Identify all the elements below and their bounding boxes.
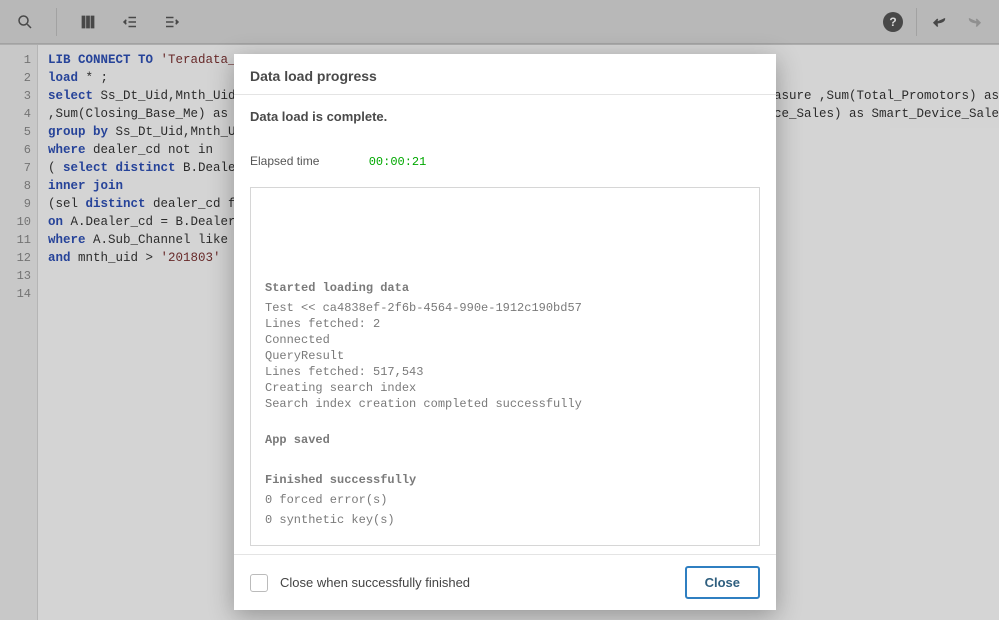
- log-line: 0 synthetic key(s): [265, 513, 745, 527]
- log-output: Started loading data Test << ca4838ef-2f…: [250, 187, 760, 546]
- log-line: Lines fetched: 2: [265, 317, 745, 331]
- log-heading: Finished successfully: [265, 473, 745, 487]
- log-line: Test << ca4838ef-2f6b-4564-990e-1912c190…: [265, 301, 745, 315]
- modal-title: Data load progress: [234, 54, 776, 95]
- log-line: Creating search index: [265, 381, 745, 395]
- load-status: Data load is complete.: [250, 109, 760, 124]
- close-button[interactable]: Close: [685, 566, 760, 599]
- elapsed-label: Elapsed time: [250, 154, 319, 168]
- elapsed-time-row: Elapsed time 00:00:21: [250, 154, 760, 169]
- close-when-finished-label: Close when successfully finished: [280, 575, 470, 590]
- log-line: Search index creation completed successf…: [265, 397, 745, 411]
- log-heading: Started loading data: [265, 281, 745, 295]
- log-line: 0 forced error(s): [265, 493, 745, 507]
- elapsed-time-value: 00:00:21: [369, 155, 427, 169]
- log-line: Lines fetched: 517,543: [265, 365, 745, 379]
- log-line: QueryResult: [265, 349, 745, 363]
- close-when-finished-checkbox[interactable]: [250, 574, 268, 592]
- log-line: Connected: [265, 333, 745, 347]
- modal-footer: Close when successfully finished Close: [234, 554, 776, 610]
- data-load-progress-modal: Data load progress Data load is complete…: [234, 54, 776, 610]
- log-heading: App saved: [265, 433, 745, 447]
